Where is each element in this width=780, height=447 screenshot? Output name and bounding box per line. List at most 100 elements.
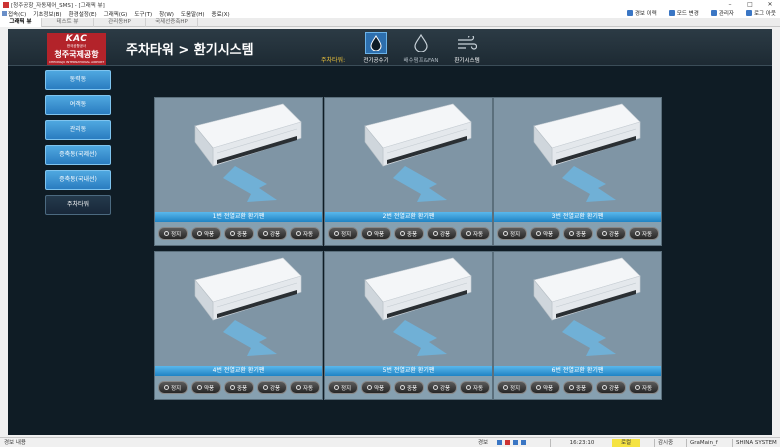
sidebar-item-passenger-terminal[interactable]: 여객동 bbox=[45, 95, 111, 115]
ventilation-unit-illustration bbox=[533, 257, 641, 356]
button-label: 정지 bbox=[340, 231, 352, 238]
nav-ventilation[interactable]: 환기시스템 bbox=[444, 31, 490, 65]
system-label: 주차타워: bbox=[321, 57, 346, 64]
fan-speed-controls: 정지 약풍 중풍 강풍 자동 bbox=[325, 376, 492, 399]
power-icon bbox=[333, 385, 339, 390]
app-icon bbox=[3, 1, 9, 8]
weak-button[interactable]: 약풍 bbox=[360, 227, 391, 240]
strong-button[interactable]: 강풍 bbox=[426, 227, 457, 240]
button-label: 강풍 bbox=[608, 231, 620, 238]
monitor-icon[interactable] bbox=[513, 440, 518, 445]
menu-item-settings[interactable]: 환경설정(E) bbox=[69, 10, 97, 18]
admin-button[interactable]: 관리자 bbox=[710, 9, 734, 17]
medium-button[interactable]: 중풍 bbox=[393, 381, 424, 394]
window-title: [청주공항_자동제어_SMS] - [그래픽 뷰] bbox=[11, 2, 105, 9]
network-icon[interactable] bbox=[521, 440, 526, 445]
menu-item-tools[interactable]: 도구(T) bbox=[134, 10, 152, 18]
strong-button[interactable]: 강풍 bbox=[426, 381, 457, 394]
menu-bar: 접속(C) 기초정보(B) 환경설정(E) 그래픽(G) 도구(T) 창(W) … bbox=[0, 9, 780, 18]
fan-caption: 4번 전열교환 환기팬 bbox=[155, 366, 322, 376]
clock: 16:23:10 bbox=[550, 439, 610, 447]
fan-auto-icon bbox=[465, 385, 471, 390]
auto-button[interactable]: 자동 bbox=[289, 227, 320, 240]
tab-admin-hp[interactable]: 관리동HP bbox=[94, 18, 146, 27]
medium-button[interactable]: 중풍 bbox=[223, 381, 254, 394]
mode-change-button[interactable]: 모드 변경 bbox=[668, 9, 699, 17]
weak-button[interactable]: 약풍 bbox=[529, 227, 560, 240]
fan-high-icon bbox=[432, 231, 438, 236]
stop-button[interactable]: 정지 bbox=[157, 227, 188, 240]
current-page: GraMain_f bbox=[686, 439, 718, 447]
auto-button[interactable]: 자동 bbox=[459, 381, 490, 394]
sidebar-item-admin-building[interactable]: 관리동 bbox=[45, 120, 111, 140]
stop-button[interactable]: 정지 bbox=[496, 227, 527, 240]
strong-button[interactable]: 강풍 bbox=[256, 381, 287, 394]
strong-button[interactable]: 강풍 bbox=[256, 227, 287, 240]
button-label: 약풍 bbox=[203, 385, 215, 392]
stop-button[interactable]: 정지 bbox=[157, 381, 188, 394]
medium-button[interactable]: 중풍 bbox=[562, 381, 593, 394]
menu-item-help[interactable]: 도움말(H) bbox=[181, 10, 205, 18]
medium-button[interactable]: 중풍 bbox=[562, 227, 593, 240]
view-tab-bar: 그래픽 뷰 테스트 뷰 관리동HP 국제선증축HP bbox=[0, 18, 780, 27]
weak-button[interactable]: 약풍 bbox=[190, 227, 221, 240]
medium-button[interactable]: 중풍 bbox=[393, 227, 424, 240]
button-label: 자동 bbox=[302, 385, 314, 392]
menu-item-connect[interactable]: 접속(C) bbox=[2, 10, 26, 18]
window-titlebar: [청주공항_자동제어_SMS] - [그래픽 뷰] – □ ✕ bbox=[0, 0, 780, 9]
alarm-bell-icon[interactable] bbox=[505, 440, 510, 445]
weak-button[interactable]: 약풍 bbox=[360, 381, 391, 394]
sidebar-item-power-building[interactable]: 동력동 bbox=[45, 70, 111, 90]
auto-button[interactable]: 자동 bbox=[628, 381, 659, 394]
auto-button[interactable]: 자동 bbox=[459, 227, 490, 240]
tab-intl-extension-hp[interactable]: 국제선증축HP bbox=[146, 18, 198, 27]
weak-button[interactable]: 약풍 bbox=[529, 381, 560, 394]
button-label: 강풍 bbox=[269, 385, 281, 392]
auto-button[interactable]: 자동 bbox=[289, 381, 320, 394]
sidebar-item-parking-tower[interactable]: 주차타워 bbox=[45, 195, 111, 215]
strong-button[interactable]: 강풍 bbox=[595, 227, 626, 240]
alarm-history-button[interactable]: 경보 이력 bbox=[626, 9, 657, 17]
menu-item-basic-info[interactable]: 기초정보(B) bbox=[33, 10, 61, 18]
nav-drain-pump-fan[interactable]: 배수펌프&FAN bbox=[398, 31, 444, 65]
sidebar-item-extension-intl[interactable]: 증축동(국제선) bbox=[45, 145, 111, 165]
menu-item-window[interactable]: 창(W) bbox=[159, 10, 174, 18]
stop-button[interactable]: 정지 bbox=[327, 227, 358, 240]
sidebar-item-extension-domestic[interactable]: 증축동(국내선) bbox=[45, 170, 111, 190]
menu-right-actions: 경보 이력 모드 변경 관리자 로그 아웃 bbox=[615, 9, 776, 17]
speaker-icon[interactable] bbox=[497, 440, 502, 445]
button-label: 중풍 bbox=[236, 385, 248, 392]
nav-water-supply[interactable]: 전기공수기 bbox=[353, 31, 399, 65]
fan-caption: 3번 전열교환 환기팬 bbox=[494, 212, 661, 222]
stop-button[interactable]: 정지 bbox=[496, 381, 527, 394]
menu-item-graphic[interactable]: 그래픽(G) bbox=[104, 10, 128, 18]
tab-graphic-view[interactable]: 그래픽 뷰 bbox=[0, 18, 42, 27]
stop-button[interactable]: 정지 bbox=[327, 381, 358, 394]
tab-test-view[interactable]: 테스트 뷰 bbox=[42, 18, 94, 27]
power-icon bbox=[502, 231, 508, 236]
maximize-button[interactable]: □ bbox=[740, 0, 760, 9]
medium-button[interactable]: 중풍 bbox=[223, 227, 254, 240]
fan-low-icon bbox=[366, 231, 372, 236]
menu-item-exit[interactable]: 종료(X) bbox=[212, 10, 230, 18]
power-icon bbox=[163, 231, 169, 236]
fan-low-icon bbox=[366, 385, 372, 390]
logout-button[interactable]: 로그 아웃 bbox=[746, 9, 776, 17]
close-button[interactable]: ✕ bbox=[760, 0, 780, 9]
power-icon bbox=[502, 385, 508, 390]
button-label: 중풍 bbox=[575, 385, 587, 392]
fan-mid-icon bbox=[229, 385, 235, 390]
minimize-button[interactable]: – bbox=[720, 0, 740, 9]
button-label: 중풍 bbox=[575, 231, 587, 238]
fan-mid-icon bbox=[399, 231, 405, 236]
fan-caption: 2번 전열교환 환기팬 bbox=[325, 212, 492, 222]
fan-high-icon bbox=[262, 231, 268, 236]
fan-speed-controls: 정지 약풍 중풍 강풍 자동 bbox=[325, 222, 492, 245]
auto-button[interactable]: 자동 bbox=[628, 227, 659, 240]
page-header: KAC 한국공항공사 청주국제공항 CHEONGJU INTERNATIONAL… bbox=[8, 29, 772, 66]
fan-speed-controls: 정지 약풍 중풍 강풍 자동 bbox=[494, 376, 661, 399]
ventilation-unit-illustration bbox=[364, 103, 472, 202]
fan-mid-icon bbox=[568, 231, 574, 236]
strong-button[interactable]: 강풍 bbox=[595, 381, 626, 394]
weak-button[interactable]: 약풍 bbox=[190, 381, 221, 394]
